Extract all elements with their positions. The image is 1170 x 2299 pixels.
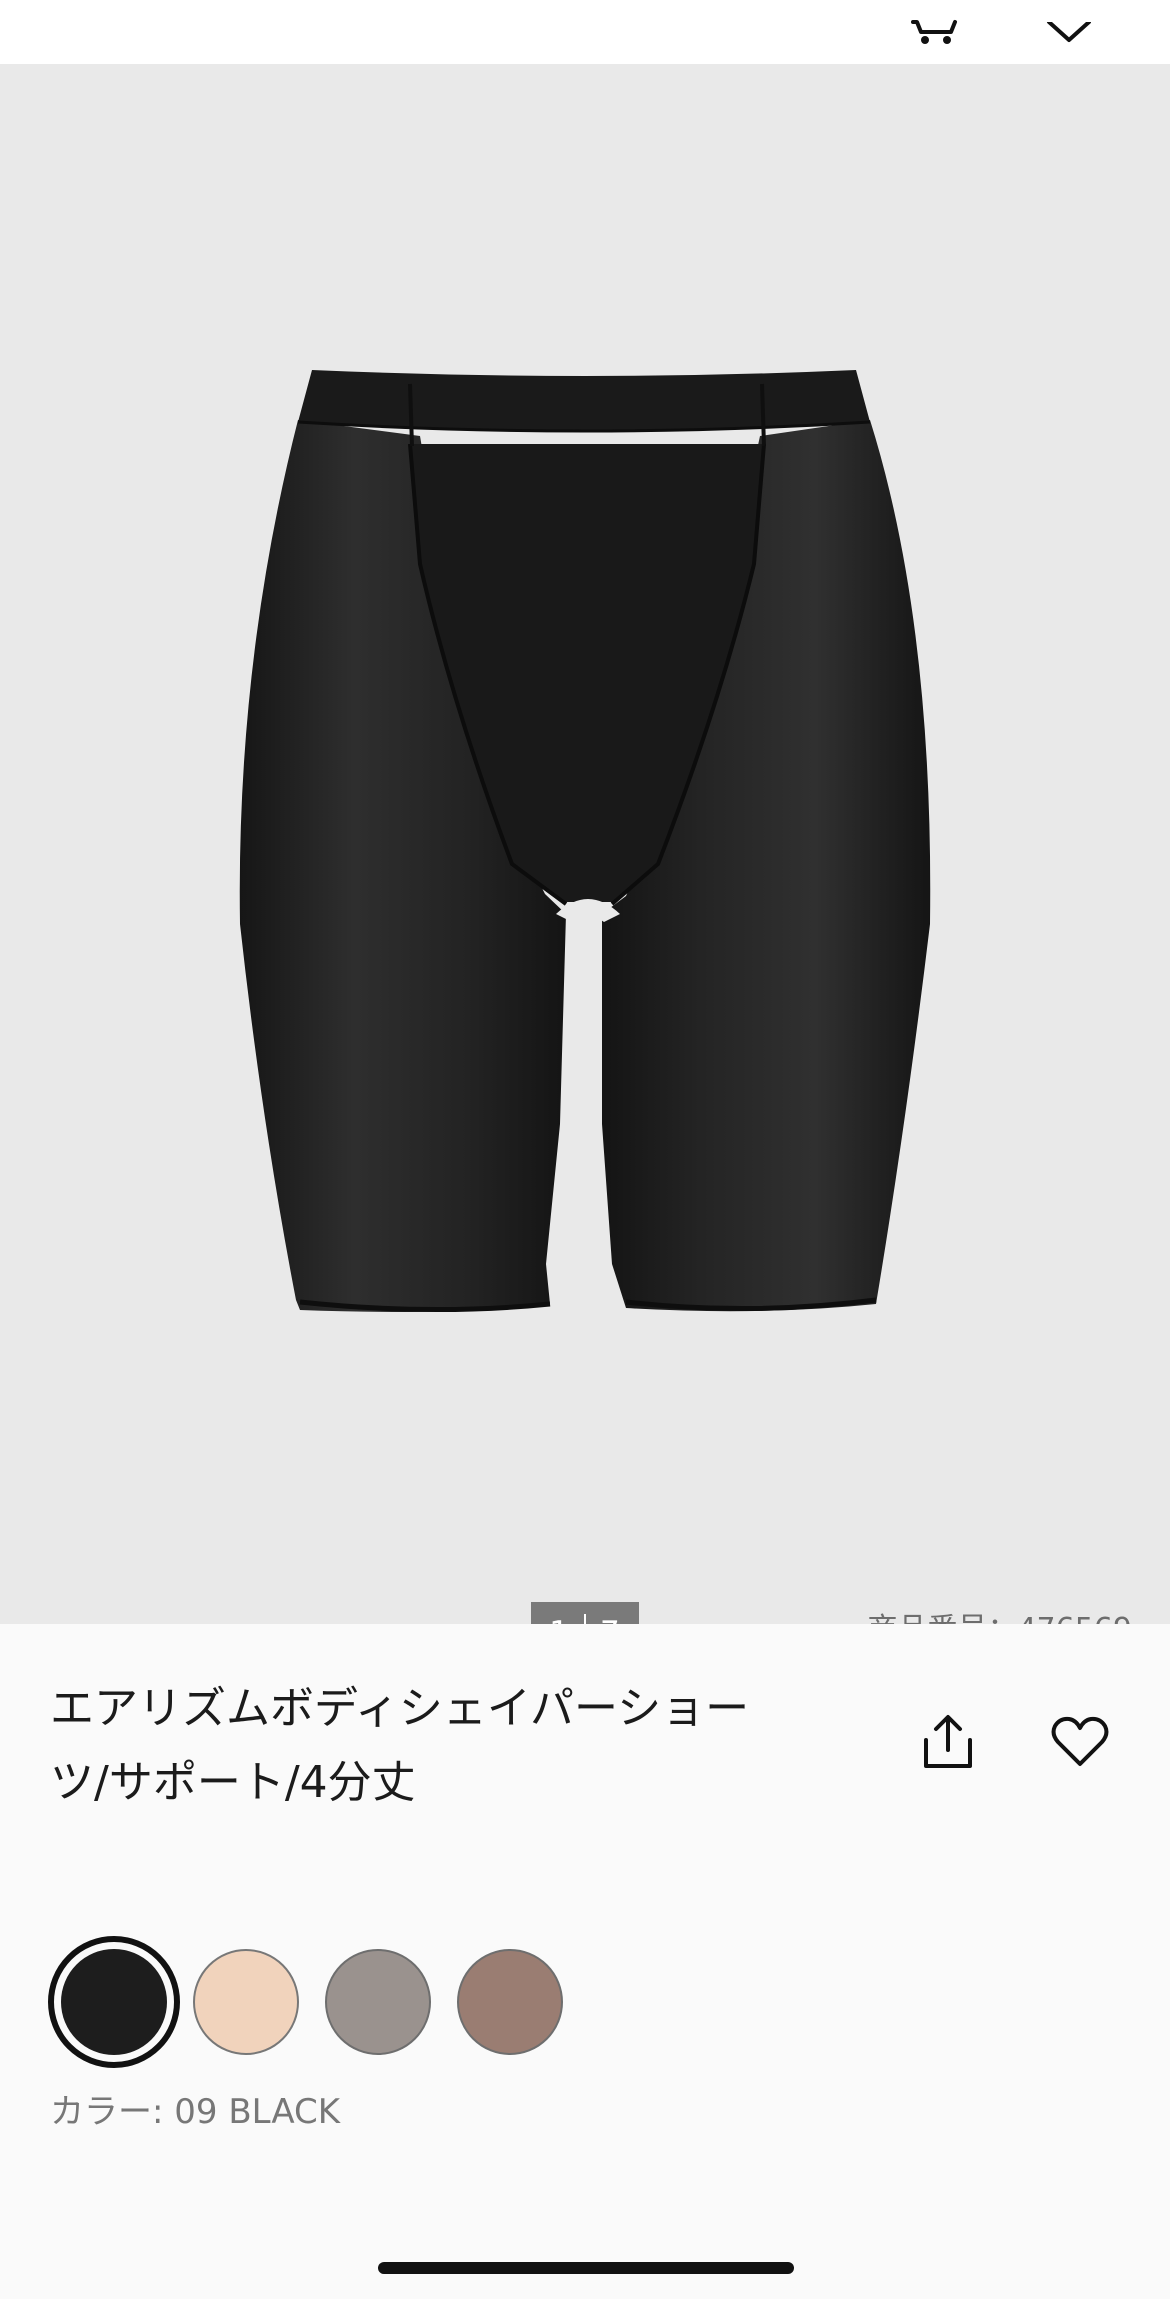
close-icon <box>1047 22 1091 42</box>
cart-icon <box>911 20 957 44</box>
heart-icon <box>1051 1716 1109 1766</box>
product-title: エアリズムボディシェイパーショー ツ/サポート/4分丈 <box>50 1672 830 1820</box>
share-button[interactable] <box>908 1702 988 1782</box>
swatch-color-brown <box>457 1949 563 2055</box>
home-indicator[interactable] <box>378 2262 794 2274</box>
swatch-color-beige <box>193 1949 299 2055</box>
top-bar <box>0 0 1170 64</box>
cart-button[interactable] <box>900 0 970 48</box>
product-code: 商品番号：476569 <box>867 1604 1132 1624</box>
close-button[interactable] <box>1032 0 1102 48</box>
share-icon <box>924 1715 972 1768</box>
product-image-gallery[interactable]: 1 7 商品番号：476569 <box>0 64 1170 1624</box>
color-swatches <box>48 1936 648 2072</box>
selected-color-label: カラー: 09 BLACK <box>50 2092 341 2132</box>
pager-current: 1 <box>549 1615 570 1624</box>
color-swatch-beige[interactable] <box>180 1936 312 2068</box>
swatch-color-gray <box>325 1949 431 2055</box>
pager-divider <box>584 1614 586 1624</box>
color-swatch-black[interactable] <box>48 1936 180 2068</box>
favorite-button[interactable] <box>1040 1702 1120 1782</box>
product-title-line1: エアリズムボディシェイパーショー <box>50 1683 750 1734</box>
product-title-line2: ツ/サポート/4分丈 <box>50 1757 416 1808</box>
image-pager: 1 7 <box>531 1602 639 1624</box>
swatch-color-black <box>61 1949 167 2055</box>
color-swatch-gray[interactable] <box>312 1936 444 2068</box>
color-swatch-brown[interactable] <box>444 1936 576 2068</box>
pager-total: 7 <box>600 1615 621 1624</box>
product-image <box>239 370 931 1313</box>
